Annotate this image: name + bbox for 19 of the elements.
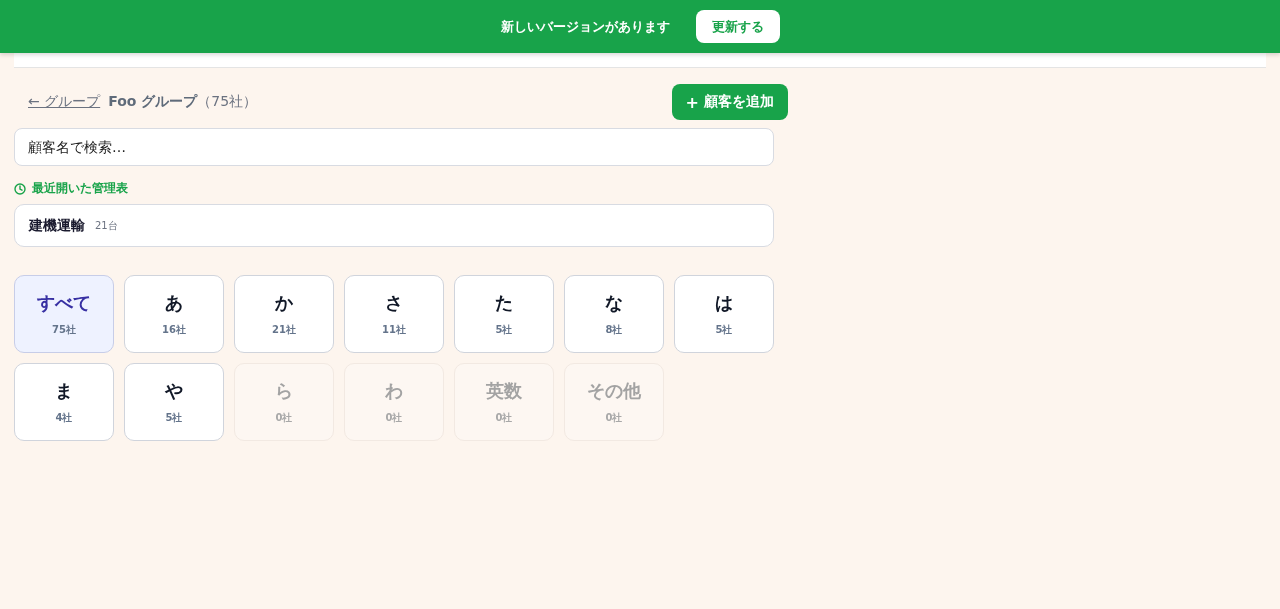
recent-item[interactable]: 建機運輸 21台 — [14, 204, 774, 247]
kana-filter-tile[interactable]: た 5社 — [454, 275, 554, 353]
clock-icon — [14, 182, 26, 195]
back-link[interactable]: ← グループ — [28, 93, 101, 111]
kana-filter-tile[interactable]: すべて 75社 — [14, 275, 114, 353]
kana-filter-tile[interactable]: な 8社 — [564, 275, 664, 353]
group-name: Foo グループ — [108, 93, 198, 111]
customer-name: 建機運輸 — [29, 216, 85, 235]
search-field[interactable]: 顧客名で検索… — [14, 128, 774, 166]
update-message: 新しいバージョンがあります — [500, 17, 670, 36]
group-count: （75社） — [197, 93, 258, 111]
recent-heading: 最近開いた管理表 — [32, 180, 128, 197]
kana-filter-tile[interactable]: さ 11社 — [344, 275, 444, 353]
kana-filter-tile[interactable]: や 5社 — [124, 363, 224, 441]
kana-filter-tile[interactable]: ま 4社 — [14, 363, 114, 441]
kana-filter-tile[interactable]: か 21社 — [234, 275, 334, 353]
vehicle-count: 21台 — [95, 218, 118, 233]
kana-filter-tile[interactable]: は 5社 — [674, 275, 774, 353]
kana-filter-tile[interactable]: あ 16社 — [124, 275, 224, 353]
